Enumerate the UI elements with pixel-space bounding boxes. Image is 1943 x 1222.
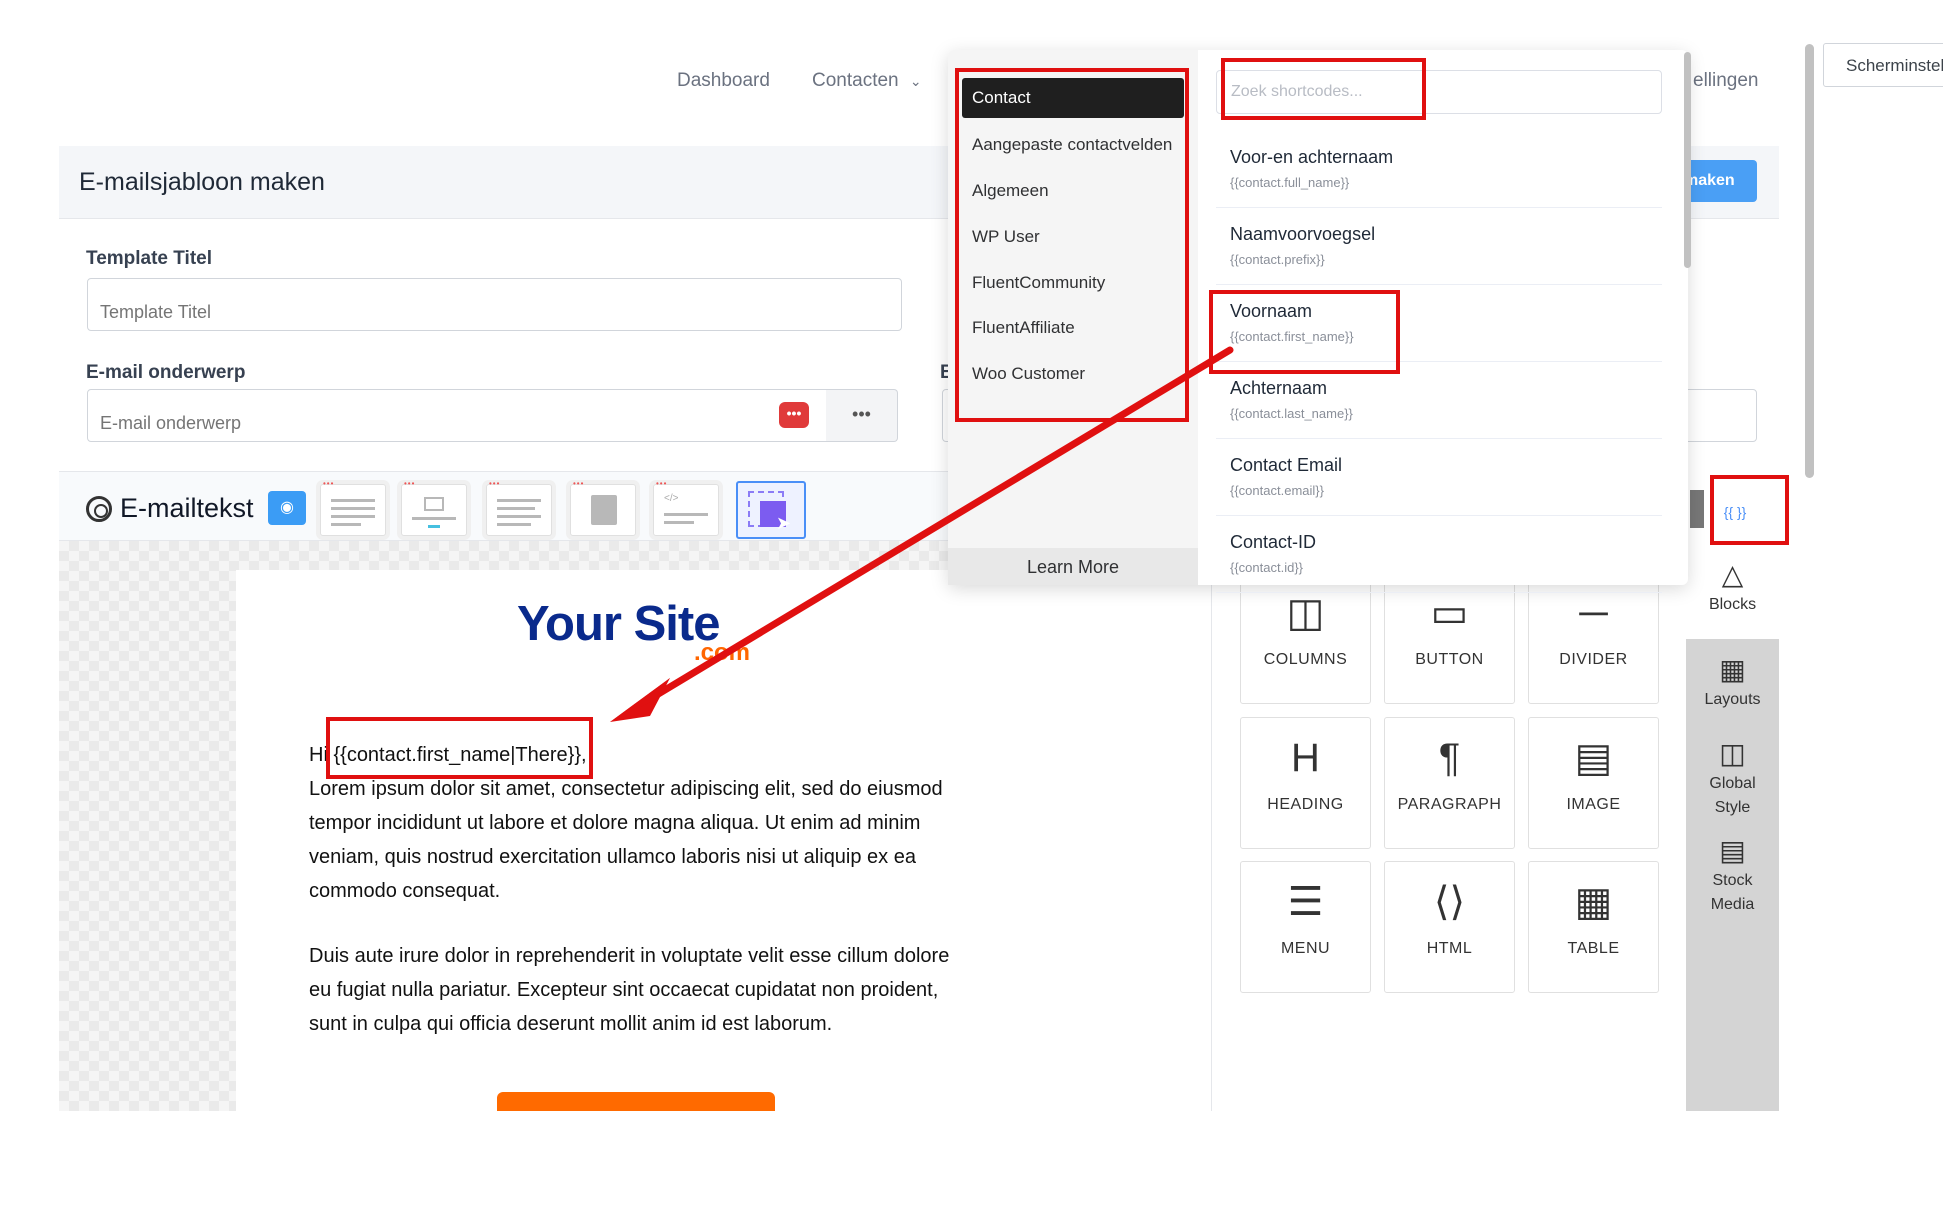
block-label: DIVIDER <box>1559 651 1628 668</box>
annotation-box-greeting <box>326 717 593 779</box>
block-label: HEADING <box>1267 796 1344 813</box>
emoji-icon[interactable]: ••• <box>779 402 809 428</box>
block-html[interactable]: ⟨⟩ HTML <box>1384 861 1515 993</box>
side-nav-global-style-label-1: Global <box>1709 775 1756 792</box>
shortcode-code: {{contact.last_name}} <box>1230 406 1353 421</box>
button-icon: ▭ <box>1430 591 1469 635</box>
image-icon: ▤ <box>1574 736 1613 780</box>
annotation-box-categories <box>955 68 1189 422</box>
shortcode-code: {{contact.id}} <box>1230 560 1304 575</box>
side-nav-global-style[interactable]: ◫ Global Style <box>1686 736 1779 820</box>
shortcode-item[interactable]: Naamvoorvoegsel {{contact.prefix}} <box>1216 208 1662 285</box>
block-label: TABLE <box>1567 940 1620 957</box>
block-label: BUTTON <box>1415 651 1484 668</box>
subject-input[interactable] <box>87 389 827 442</box>
block-menu[interactable]: ☰ MENU <box>1240 861 1371 993</box>
annotation-box-toggle <box>1710 475 1789 545</box>
columns-icon: ◫ <box>1286 591 1325 635</box>
shortcode-code: {{contact.prefix}} <box>1230 252 1325 267</box>
shortcode-title: Achternaam <box>1230 378 1328 398</box>
table-icon: ▦ <box>1574 880 1613 924</box>
stock-media-icon: ▤ <box>1719 835 1746 866</box>
nav-contacts-label: Contacten <box>812 70 899 91</box>
layouts-icon: ▦ <box>1719 654 1746 685</box>
screen-options-button[interactable]: Scherminstel <box>1823 43 1943 87</box>
blocks-divider <box>1211 570 1212 1111</box>
side-nav-layouts[interactable]: ▦ Layouts <box>1686 652 1779 712</box>
template-thumb-plain[interactable]: ••• <box>320 479 386 536</box>
menu-icon: ☰ <box>1287 880 1324 924</box>
block-label: MENU <box>1280 940 1331 957</box>
global-style-icon: ◫ <box>1719 738 1746 769</box>
email-paragraph-2[interactable]: Duis aute irure dolor in reprehenderit i… <box>309 939 969 1041</box>
logo-suffix: .com <box>694 639 751 666</box>
lifebuoy-icon <box>86 496 112 522</box>
panel-collapse-tab[interactable] <box>1690 490 1704 528</box>
block-paragraph[interactable]: ¶ PARAGRAPH <box>1384 717 1515 849</box>
shortcode-item[interactable]: Contact-ID {{contact.id}} <box>1216 516 1662 593</box>
template-thumb-image[interactable]: ••• <box>401 479 467 536</box>
nav-dashboard[interactable]: Dashboard <box>677 70 770 92</box>
side-nav-global-style-label-2: Style <box>1714 799 1751 816</box>
template-thumb-html[interactable]: ••• </> <box>653 479 719 536</box>
template-thumb-note[interactable]: ••• <box>570 479 636 536</box>
block-label: HTML <box>1426 940 1473 957</box>
shortcode-title: Naamvoorvoegsel <box>1230 224 1376 244</box>
side-nav-stock-media-label-1: Stock <box>1712 872 1753 889</box>
block-label: COLUMNS <box>1263 651 1348 668</box>
shortcode-title: Contact-ID <box>1230 532 1317 552</box>
popover-scrollbar[interactable] <box>1684 52 1691 268</box>
shortcode-code: {{contact.full_name}} <box>1230 175 1350 190</box>
shortcode-title: Voor-en achternaam <box>1230 147 1394 167</box>
heading-icon: H <box>1291 736 1320 780</box>
learn-more-link[interactable]: Learn More <box>948 548 1198 585</box>
template-title-input[interactable] <box>87 278 902 331</box>
block-label: PARAGRAPH <box>1397 796 1502 813</box>
annotation-box-search <box>1221 58 1426 120</box>
nav-settings[interactable]: ellingen <box>1693 70 1759 92</box>
block-heading[interactable]: H HEADING <box>1240 717 1371 849</box>
chevron-down-icon: ⌄ <box>909 73 922 89</box>
email-body-title: E-mailtekst <box>120 493 254 523</box>
shapes-icon: △ <box>1721 559 1744 590</box>
side-nav-stock-media-label-2: Media <box>1710 896 1755 913</box>
template-title-label: Template Titel <box>86 248 212 269</box>
shortcode-title: Contact Email <box>1230 455 1343 475</box>
logo: Your Site <box>517 597 720 651</box>
template-thumb-visual-builder[interactable]: ➤ <box>736 481 806 539</box>
more-options-button[interactable]: ••• <box>826 389 898 442</box>
preview-eye-icon[interactable]: ◉ <box>268 491 306 525</box>
shortcode-code: {{contact.email}} <box>1230 483 1324 498</box>
html-icon: ⟨⟩ <box>1433 880 1466 924</box>
subject-label: E-mail onderwerp <box>86 362 246 383</box>
side-nav-layouts-label: Layouts <box>1704 691 1761 708</box>
side-nav-stock-media[interactable]: ▤ Stock Media <box>1686 833 1779 917</box>
shortcode-item[interactable]: Voor-en achternaam {{contact.full_name}} <box>1216 131 1662 208</box>
block-image[interactable]: ▤ IMAGE <box>1528 717 1659 849</box>
cursor-icon: ➤ <box>776 513 792 533</box>
side-nav-blocks-label: Blocks <box>1708 596 1757 613</box>
email-paragraph-1[interactable]: Lorem ipsum dolor sit amet, consectetur … <box>309 772 969 908</box>
email-cta-button[interactable] <box>497 1092 775 1111</box>
page-title: E-mailsjabloon maken <box>79 168 325 196</box>
block-label: IMAGE <box>1566 796 1621 813</box>
page-scrollbar[interactable] <box>1805 44 1814 478</box>
paragraph-icon: ¶ <box>1438 736 1461 780</box>
annotation-box-first-name <box>1209 290 1400 374</box>
block-table[interactable]: ▦ TABLE <box>1528 861 1659 993</box>
nav-contacts[interactable]: Contacten ⌄ <box>812 70 922 92</box>
divider-icon: ─ <box>1579 591 1608 635</box>
template-thumb-text[interactable]: ••• <box>486 479 552 536</box>
shortcode-item[interactable]: Contact Email {{contact.email}} <box>1216 439 1662 516</box>
side-nav-blocks[interactable]: △ Blocks <box>1686 557 1779 617</box>
